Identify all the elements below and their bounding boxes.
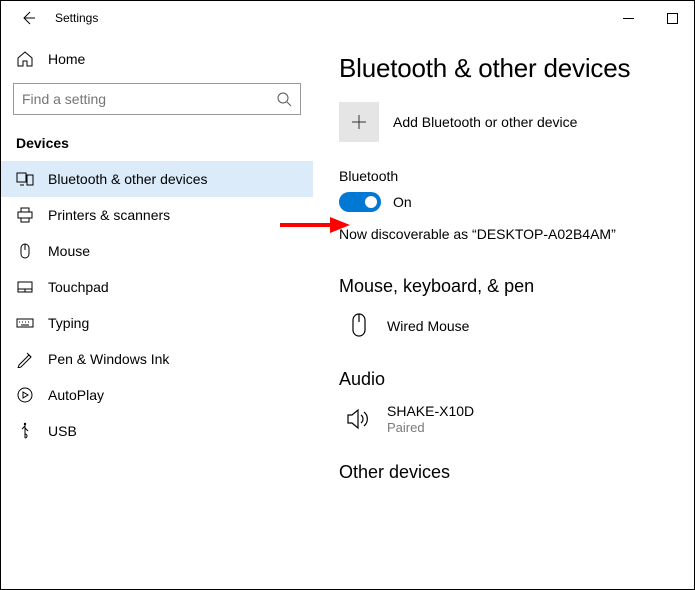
nav-item-bluetooth[interactable]: Bluetooth & other devices xyxy=(1,161,313,197)
keyboard-icon xyxy=(16,314,34,332)
search-input[interactable] xyxy=(22,91,276,107)
sidebar: Home Devices Bluetooth & other devices P… xyxy=(1,35,313,589)
nav-item-usb[interactable]: USB xyxy=(1,413,313,449)
nav-label: Touchpad xyxy=(48,279,109,295)
device-name: SHAKE-X10D xyxy=(387,402,474,420)
group-label: Devices xyxy=(1,129,313,161)
home-nav[interactable]: Home xyxy=(1,41,313,77)
add-device-row[interactable]: Add Bluetooth or other device xyxy=(339,102,668,142)
pen-icon xyxy=(16,350,34,368)
page-title: Bluetooth & other devices xyxy=(339,53,668,84)
add-device-label: Add Bluetooth or other device xyxy=(393,114,577,130)
content: Bluetooth & other devices Add Bluetooth … xyxy=(313,35,694,589)
speaker-icon xyxy=(346,407,372,431)
printer-icon xyxy=(16,206,34,224)
section-audio-header: Audio xyxy=(339,369,668,390)
devices-icon xyxy=(16,170,34,188)
nav-label: Typing xyxy=(48,315,89,331)
discoverable-text: Now discoverable as “DESKTOP-A02B4AM” xyxy=(339,226,668,242)
home-label: Home xyxy=(48,51,85,67)
toggle-knob xyxy=(365,196,377,208)
device-audio[interactable]: SHAKE-X10D Paired xyxy=(339,402,668,436)
minimize-icon xyxy=(623,13,634,24)
device-status: Paired xyxy=(387,420,474,436)
search-icon xyxy=(276,91,292,107)
nav-item-autoplay[interactable]: AutoPlay xyxy=(1,377,313,413)
nav-label: AutoPlay xyxy=(48,387,104,403)
plus-icon xyxy=(350,113,368,131)
back-button[interactable] xyxy=(13,3,43,33)
mouse-icon xyxy=(16,242,34,260)
maximize-icon xyxy=(667,13,678,24)
section-mouse-header: Mouse, keyboard, & pen xyxy=(339,276,668,297)
autoplay-icon xyxy=(16,386,34,404)
nav-label: USB xyxy=(48,423,77,439)
nav-item-pen[interactable]: Pen & Windows Ink xyxy=(1,341,313,377)
nav-item-mouse[interactable]: Mouse xyxy=(1,233,313,269)
titlebar: Settings xyxy=(1,1,694,35)
nav-label: Bluetooth & other devices xyxy=(48,171,208,187)
bluetooth-state: On xyxy=(393,194,412,210)
nav-label: Mouse xyxy=(48,243,90,259)
section-other-header: Other devices xyxy=(339,462,668,483)
nav-label: Pen & Windows Ink xyxy=(48,351,169,367)
nav-item-typing[interactable]: Typing xyxy=(1,305,313,341)
back-arrow-icon xyxy=(20,10,36,26)
mouse-icon xyxy=(349,312,369,340)
search-box[interactable] xyxy=(13,83,301,115)
usb-icon xyxy=(16,422,34,440)
device-wired-mouse[interactable]: Wired Mouse xyxy=(339,309,668,343)
maximize-button[interactable] xyxy=(650,3,694,33)
nav-label: Printers & scanners xyxy=(48,207,170,223)
window-title: Settings xyxy=(55,11,98,25)
bluetooth-toggle[interactable] xyxy=(339,192,381,212)
add-device-button[interactable] xyxy=(339,102,379,142)
nav-item-printers[interactable]: Printers & scanners xyxy=(1,197,313,233)
nav-item-touchpad[interactable]: Touchpad xyxy=(1,269,313,305)
minimize-button[interactable] xyxy=(606,3,650,33)
bluetooth-label: Bluetooth xyxy=(339,168,668,184)
device-name: Wired Mouse xyxy=(387,317,469,335)
home-icon xyxy=(16,50,34,68)
touchpad-icon xyxy=(16,278,34,296)
